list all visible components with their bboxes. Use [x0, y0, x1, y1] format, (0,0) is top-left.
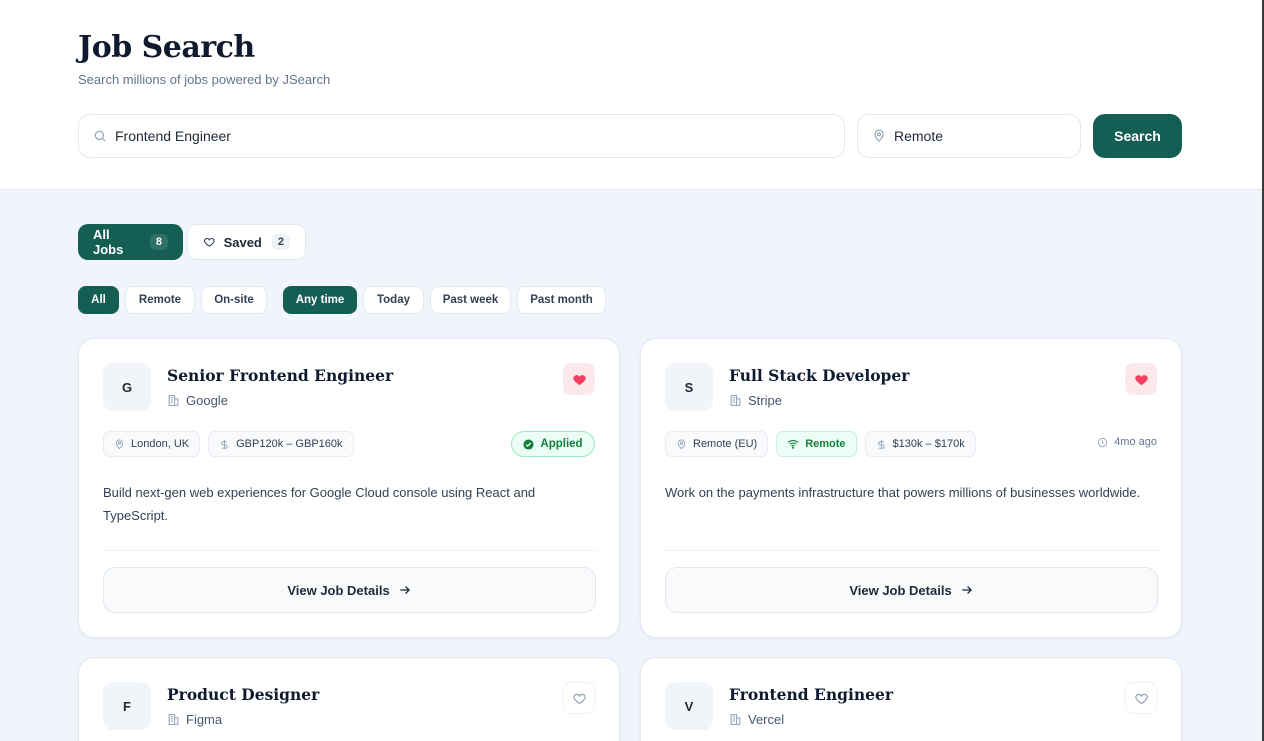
company-name: Vercel [729, 712, 784, 727]
filter-chip-all[interactable]: All [78, 286, 119, 314]
company-label: Vercel [748, 712, 785, 727]
job-tags: Remote (EU) Remote $130k – $170k [665, 431, 976, 457]
location-input[interactable] [894, 128, 1071, 144]
job-description: Work on the payments infrastructure that… [665, 485, 1141, 500]
heart-filled-icon [572, 374, 586, 385]
filter-chip-remote[interactable]: Remote [125, 286, 195, 314]
wifi-icon [787, 440, 799, 449]
tab-saved[interactable]: Saved 2 [187, 224, 306, 260]
location-text: Remote (EU) [693, 438, 758, 450]
divider [665, 550, 1159, 551]
company-name: Google [167, 393, 228, 408]
salary-text: $130k – $170k [892, 438, 965, 450]
remote-text: Remote [805, 438, 846, 450]
divider [103, 550, 597, 551]
salary-tag: $130k – $170k [864, 431, 976, 457]
job-tags: London, UK GBP120k – GBP160k [103, 431, 354, 457]
check-circle-icon [523, 438, 534, 450]
tab-count: 2 [271, 234, 290, 250]
salary-tag: GBP120k – GBP160k [208, 431, 354, 457]
map-pin-icon [677, 439, 686, 449]
building-icon [730, 714, 741, 725]
building-icon [730, 395, 741, 406]
search-icon [94, 130, 106, 142]
filter-chip-onsite[interactable]: On-site [201, 286, 267, 314]
company-logo: V [665, 682, 713, 730]
view-job-details-button[interactable]: View Job Details [103, 567, 596, 613]
dollar-icon [877, 439, 885, 449]
job-title[interactable]: Full Stack Developer [729, 366, 909, 385]
heart-filled-icon [1134, 374, 1148, 385]
arrow-right-icon [400, 586, 410, 594]
tab-count: 8 [149, 234, 168, 250]
company-label: Figma [186, 712, 223, 727]
building-icon [168, 395, 179, 406]
map-pin-icon [115, 439, 124, 449]
heart-icon [1134, 693, 1148, 704]
job-card: V Frontend Engineer Vercel [640, 657, 1182, 741]
tab-label: All Jobs [93, 227, 124, 257]
job-card: S Full Stack Developer Stripe Remote (EU… [640, 338, 1182, 638]
button-label: View Job Details [849, 582, 952, 598]
save-button[interactable] [1125, 682, 1157, 714]
job-title[interactable]: Product Designer [167, 685, 319, 704]
filter-chip-any-time[interactable]: Any time [283, 286, 357, 314]
view-job-details-button[interactable]: View Job Details [665, 567, 1158, 613]
company-logo: S [665, 363, 713, 411]
save-button[interactable] [563, 682, 595, 714]
applied-badge: Applied [511, 431, 595, 457]
page-title: Job Search [78, 30, 255, 65]
filter-chip-past-month[interactable]: Past month [517, 286, 606, 314]
posted-time: 4mo ago [1097, 436, 1157, 448]
company-name: Stripe [729, 393, 782, 408]
building-icon [168, 714, 179, 725]
clock-icon [1098, 437, 1108, 447]
map-pin-icon [874, 129, 884, 143]
heart-icon [572, 693, 586, 704]
tab-label: Saved [223, 234, 262, 250]
header: Job Search Search millions of jobs power… [0, 0, 1264, 190]
search-button[interactable]: Search [1093, 114, 1182, 158]
posted-text: 4mo ago [1114, 436, 1157, 448]
applied-text: Applied [540, 438, 583, 450]
page-subtitle: Search millions of jobs powered by JSear… [78, 72, 331, 87]
heart-icon [204, 238, 215, 247]
search-field[interactable] [78, 114, 845, 158]
search-input[interactable] [115, 128, 754, 144]
company-label: Google [186, 393, 228, 408]
location-tag: Remote (EU) [665, 431, 769, 457]
company-label: Stripe [748, 393, 782, 408]
company-logo: F [103, 682, 151, 730]
remote-tag: Remote [776, 431, 857, 457]
button-label: View Job Details [287, 582, 390, 598]
filter-chip-today[interactable]: Today [363, 286, 424, 314]
job-title[interactable]: Senior Frontend Engineer [167, 366, 393, 385]
job-description: Build next-gen web experiences for Googl… [103, 485, 536, 523]
tab-all-jobs[interactable]: All Jobs 8 [78, 224, 183, 260]
job-card: G Senior Frontend Engineer Google London… [78, 338, 620, 638]
company-logo: G [103, 363, 151, 411]
company-name: Figma [167, 712, 222, 727]
location-text: London, UK [131, 438, 190, 450]
dollar-icon [221, 439, 228, 449]
job-card: F Product Designer Figma [78, 657, 620, 741]
salary-text: GBP120k – GBP160k [236, 438, 343, 450]
location-tag: London, UK [103, 431, 201, 457]
arrow-right-icon [962, 586, 972, 594]
job-title[interactable]: Frontend Engineer [729, 685, 893, 704]
location-field[interactable] [857, 114, 1081, 158]
filter-chip-past-week[interactable]: Past week [430, 286, 511, 314]
save-button[interactable] [563, 363, 595, 395]
save-button[interactable] [1125, 363, 1157, 395]
